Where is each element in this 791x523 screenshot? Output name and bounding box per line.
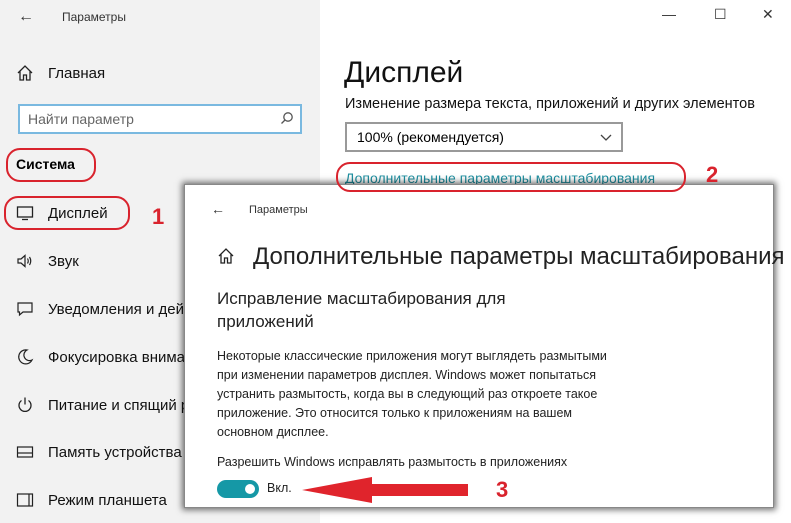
annotation-arrow-icon — [302, 477, 468, 503]
annotation-oval-system — [6, 148, 96, 182]
search-icon[interactable] — [280, 111, 294, 130]
sidebar-item-notifications[interactable]: Уведомления и дей — [16, 294, 184, 324]
back-arrow-icon[interactable]: ← — [211, 201, 225, 217]
annotation-number-3: 3 — [496, 477, 509, 502]
sidebar-item-label: Питание и спящий р — [48, 396, 190, 414]
sidebar-item-label: Фокусировка внима — [48, 348, 186, 366]
sidebar-item-tablet[interactable]: Режим планшета — [16, 485, 167, 515]
search-input[interactable] — [20, 106, 268, 132]
tablet-icon — [16, 492, 38, 508]
sidebar-item-label: Режим планшета — [48, 491, 167, 509]
overlay-subtitle: Исправление масштабирования для приложен… — [217, 289, 506, 331]
back-arrow-icon[interactable]: ← — [18, 8, 34, 26]
toggle-state: Вкл. — [267, 481, 292, 495]
annotation-oval-link — [336, 162, 686, 192]
overlay-app-title: Параметры — [249, 204, 308, 216]
scale-label: Изменение размера текста, приложений и д… — [345, 96, 755, 112]
scale-dropdown[interactable]: 100% (рекомендуется) — [345, 122, 623, 152]
home-icon — [16, 64, 38, 82]
notification-icon — [16, 301, 38, 317]
sidebar-item-focus[interactable]: Фокусировка внима — [16, 342, 185, 372]
storage-icon — [16, 445, 38, 459]
sidebar-item-label: Главная — [48, 64, 106, 82]
annotation-number-2: 2 — [706, 162, 719, 187]
close-button[interactable]: ✕ — [762, 6, 774, 23]
sidebar-item-storage[interactable]: Память устройства — [16, 437, 182, 467]
home-icon[interactable] — [217, 247, 235, 270]
toggle-label: Разрешить Windows исправлять размытость … — [217, 455, 568, 469]
sidebar-item-label: Уведомления и дей — [48, 300, 184, 318]
sidebar-item-label: Память устройства — [48, 443, 182, 461]
sidebar-item-power[interactable]: Питание и спящий р — [16, 390, 189, 420]
sidebar-item-label: Звук — [48, 252, 79, 270]
maximize-button[interactable]: ☐ — [714, 6, 727, 23]
chevron-down-icon — [599, 130, 613, 147]
annotation-oval-display — [4, 196, 130, 230]
fix-blur-toggle[interactable] — [217, 480, 259, 498]
scale-dropdown-value: 100% (рекомендуется) — [357, 129, 504, 145]
annotation-number-1: 1 — [152, 204, 165, 229]
overlay-title: Дополнительные параметры масштабирования — [253, 243, 785, 270]
toggle-knob — [245, 484, 255, 494]
minimize-button[interactable]: — — [662, 6, 676, 22]
moon-icon — [16, 348, 38, 366]
sidebar-item-home[interactable]: Главная — [16, 58, 105, 88]
search-box[interactable] — [18, 104, 302, 134]
speaker-icon — [16, 253, 38, 269]
sidebar-item-sound[interactable]: Звук — [16, 246, 79, 276]
app-title: Параметры — [62, 10, 126, 24]
overlay-description: Некоторые классические приложения могут … — [217, 349, 607, 439]
power-icon — [16, 396, 38, 414]
page-title: Дисплей — [344, 56, 464, 89]
advanced-scaling-window: ← Параметры Дополнительные параметры мас… — [184, 184, 785, 508]
